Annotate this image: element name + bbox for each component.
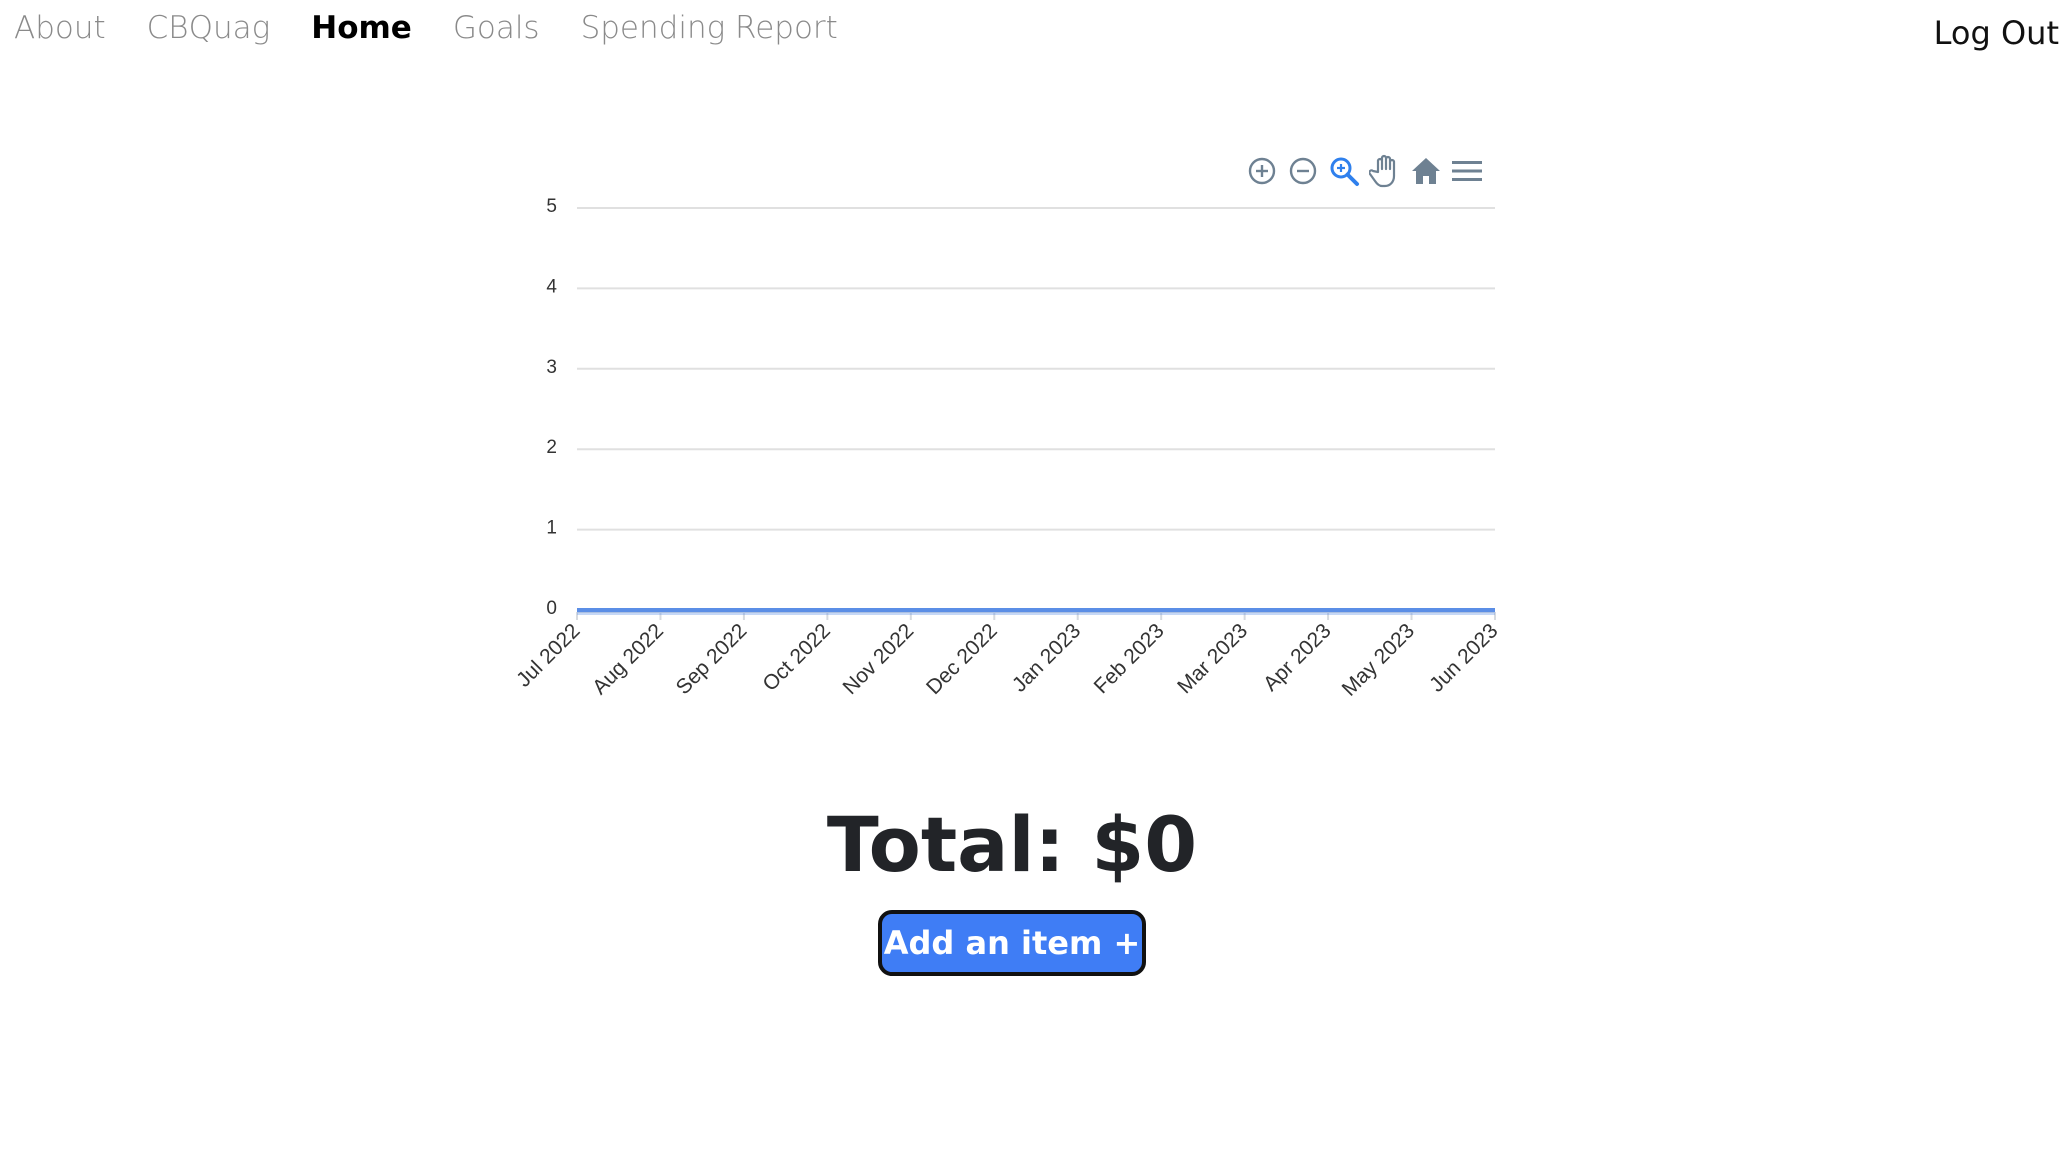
y-tick-label: 3 xyxy=(546,357,557,378)
y-tick-label: 4 xyxy=(546,276,557,297)
x-tick-label: May 2023 xyxy=(1338,619,1419,700)
home-reset-icon[interactable] xyxy=(1409,154,1443,188)
x-tick-label: Sep 2022 xyxy=(672,619,752,699)
x-tick-label: Mar 2023 xyxy=(1173,619,1252,698)
x-tick-label: Jul 2022 xyxy=(512,619,584,691)
y-tick-label: 1 xyxy=(546,518,557,539)
x-tick-label: Dec 2022 xyxy=(922,619,1002,699)
x-tick-label: Jan 2023 xyxy=(1008,619,1085,696)
nav-links: About CBQuag Home Goals Spending Report xyxy=(14,10,879,46)
selection-zoom-icon[interactable] xyxy=(1327,154,1361,188)
pan-hand-icon[interactable] xyxy=(1368,154,1402,188)
spending-chart: 0 1 2 3 4 5 Jul 2022 Aug 2022 Sep 2022 Oct 2022 No… xyxy=(500,140,1520,740)
x-tick-label: Oct 2022 xyxy=(758,619,835,696)
nav-link-goals[interactable]: Goals xyxy=(453,10,540,46)
nav-link-cbquag[interactable]: CBQuag xyxy=(147,10,271,46)
chart-toolbar xyxy=(1245,154,1491,188)
zoom-out-icon[interactable] xyxy=(1286,154,1320,188)
x-tick-label: Nov 2022 xyxy=(839,619,919,699)
x-tick-label: Jun 2023 xyxy=(1425,619,1502,696)
menu-icon[interactable] xyxy=(1450,154,1484,188)
y-tick-label: 2 xyxy=(546,437,557,458)
logout-link[interactable]: Log Out xyxy=(1934,14,2059,52)
x-tick-label: Aug 2022 xyxy=(588,619,668,699)
top-navbar: About CBQuag Home Goals Spending Report … xyxy=(0,0,2059,70)
nav-link-home[interactable]: Home xyxy=(311,10,412,46)
nav-link-about[interactable]: About xyxy=(14,10,106,46)
y-tick-label: 5 xyxy=(546,196,557,217)
y-tick-label: 0 xyxy=(546,598,557,619)
nav-link-spending-report[interactable]: Spending Report xyxy=(581,10,838,46)
x-tick-label: Feb 2023 xyxy=(1090,619,1169,698)
add-item-button[interactable]: Add an item + xyxy=(878,910,1146,976)
chart-canvas: 0 1 2 3 4 5 Jul 2022 Aug 2022 Sep 2022 Oct 2022 No… xyxy=(512,196,1502,701)
total-amount: Total: $0 xyxy=(826,800,1198,889)
x-tick-label: Apr 2023 xyxy=(1259,619,1336,696)
zoom-in-icon[interactable] xyxy=(1245,154,1279,188)
